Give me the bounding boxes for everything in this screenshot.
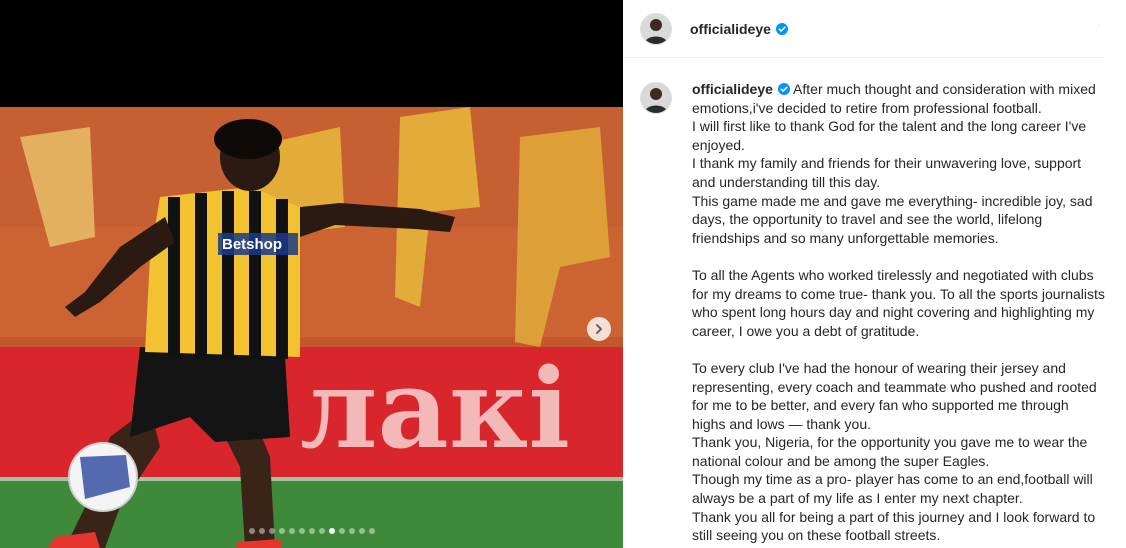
- caption-line: highs and lows — thank you.: [692, 415, 871, 432]
- caption-line: representing, every coach and teammate w…: [692, 378, 1097, 395]
- carousel-dot: [328, 528, 335, 534]
- carousel-dot: [278, 528, 285, 534]
- post-media: лакі Betshop: [0, 0, 623, 548]
- carousel-dot: [368, 528, 375, 534]
- header-username[interactable]: officialideye: [690, 21, 788, 37]
- carousel-dot: [258, 528, 265, 534]
- avatar[interactable]: [640, 12, 672, 45]
- post-header: officialideye ·: [623, 0, 1103, 58]
- caption-avatar[interactable]: [640, 82, 672, 114]
- profile-picture: [641, 83, 671, 113]
- caption-line: for me to be better, and every fan who s…: [692, 397, 1069, 414]
- carousel-next-button[interactable]: [587, 317, 611, 341]
- football: [68, 442, 138, 512]
- caption-line: for my dreams to come true- thank you. T…: [692, 285, 1105, 302]
- caption-line: After much thought and consideration wit…: [793, 81, 1096, 97]
- caption-line: days, the opportunity to travel and see …: [692, 211, 1043, 228]
- profile-picture: [641, 13, 671, 44]
- caption-line: career, I owe you a debt of gratitude.: [692, 322, 920, 339]
- caption-line: always be a part of my life as I enter m…: [692, 490, 1023, 507]
- caption-line: To every club I've had the honour of wea…: [692, 359, 1066, 376]
- caption-line: friendships and so many unforgettable me…: [692, 229, 999, 246]
- caption-line: Thank you all for being a part of this j…: [692, 508, 1096, 525]
- chevron-right-icon: [596, 324, 602, 334]
- caption-line: enjoyed.: [692, 136, 745, 153]
- carousel-dot: [348, 528, 355, 534]
- ad-board-text: лакі: [300, 344, 570, 473]
- caption-line: national colour and be among the super E…: [692, 452, 990, 469]
- more-options-icon[interactable]: ·: [1097, 21, 1101, 31]
- caption-line: Though my time as a pro- player has come…: [692, 471, 1093, 488]
- verified-badge-icon: [777, 83, 790, 95]
- verified-badge-icon: [775, 22, 788, 35]
- caption-line: Thank you, Nigeria, for the opportunity …: [692, 434, 1088, 451]
- carousel-dot: [268, 528, 275, 534]
- carousel-indicator: [0, 528, 623, 534]
- caption-line: emotions,i've decided to retire from pro…: [692, 99, 1042, 116]
- jersey-sponsor: Betshop: [222, 236, 282, 253]
- carousel-dot: [308, 528, 315, 534]
- caption-line: I thank my family and friends for their …: [692, 155, 1082, 172]
- post-photo: лакі Betshop: [0, 107, 623, 548]
- caption-line: I will first like to thank God for the t…: [692, 118, 1087, 135]
- caption-line: To all the Agents who worked tirelessly …: [692, 266, 1094, 283]
- caption-username[interactable]: officialideye: [692, 81, 773, 97]
- caption-text: officialideye After much thought and con…: [692, 80, 1105, 545]
- header-username-text[interactable]: officialideye: [690, 21, 771, 37]
- carousel-dot: [288, 528, 295, 534]
- carousel-dot: [338, 528, 345, 534]
- carousel-dot: [358, 528, 365, 534]
- caption-line: This game made me and gave me everything…: [692, 192, 1093, 209]
- caption-first-line: officialideye After much thought and con…: [692, 80, 1102, 99]
- caption-line: and understanding till this day.: [692, 173, 881, 190]
- caption-line: who spent long hours day and night cover…: [692, 304, 1095, 321]
- post-side-panel: officialideye · officialideye After much…: [623, 0, 1126, 548]
- carousel-dot: [298, 528, 305, 534]
- carousel-dot: [248, 528, 255, 534]
- caption-line: still seeing you on these football stree…: [692, 527, 941, 544]
- carousel-dot: [318, 528, 325, 534]
